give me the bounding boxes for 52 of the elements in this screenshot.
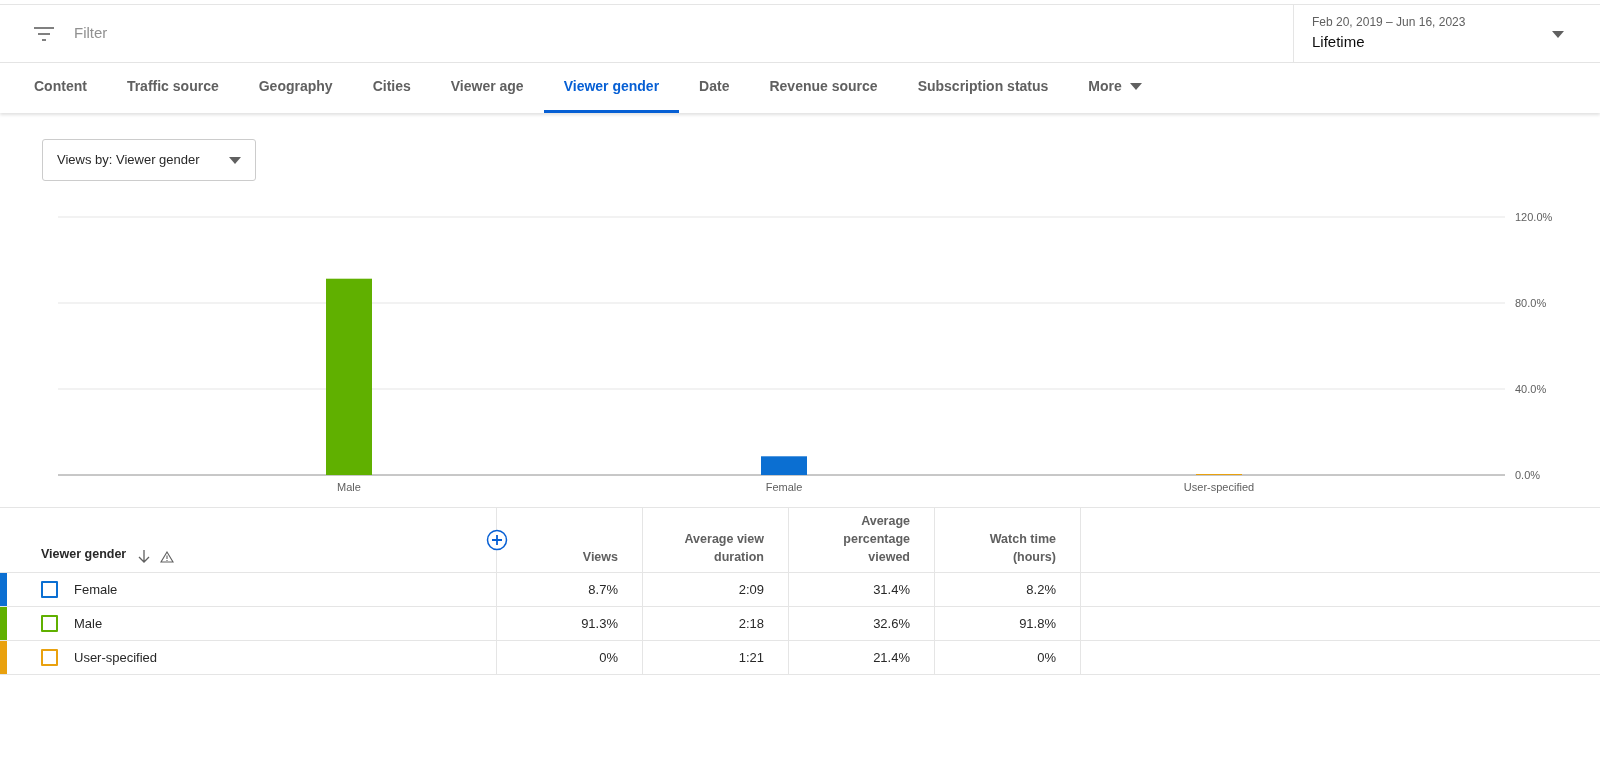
- table-cell-text: 1:21: [738, 648, 764, 667]
- tab[interactable]: Subscription status: [897, 63, 1069, 113]
- date-range-text: Feb 20, 2019 – Jun 16, 2023: [1312, 14, 1467, 31]
- category-label: Female: [765, 481, 803, 493]
- column-header[interactable]: Watch time (hours): [956, 529, 1056, 566]
- warning-icon: [160, 551, 175, 563]
- tab[interactable]: Date: [679, 63, 750, 113]
- table-cell-text: 91.3%: [581, 614, 618, 633]
- table-cell-text: 0%: [1037, 648, 1056, 667]
- tab[interactable]: Revenue source: [749, 63, 898, 113]
- tab[interactable]: Geography: [238, 63, 353, 113]
- column-header[interactable]: Views: [582, 547, 618, 566]
- sort-arrow-icon[interactable]: [138, 550, 151, 563]
- tab[interactable]: More: [1068, 63, 1162, 113]
- table-cell-text: 2:18: [738, 614, 764, 633]
- table-cell-text: Male: [74, 614, 103, 633]
- column-header[interactable]: Viewer gender: [41, 545, 127, 564]
- tab[interactable]: Viewer age: [430, 63, 544, 113]
- caret-icon: [1129, 83, 1142, 90]
- date-range-selector[interactable]: Feb 20, 2019 – Jun 16, 2023 Lifetime: [1293, 5, 1600, 62]
- period-text: Lifetime: [1312, 32, 1365, 52]
- table-cell-text: Female: [74, 580, 118, 599]
- table-cell-text: 2:09: [738, 580, 764, 599]
- column-header[interactable]: Average view duration: [664, 529, 764, 566]
- tab[interactable]: Traffic source: [106, 63, 239, 113]
- add-column-icon[interactable]: [486, 529, 508, 551]
- category-label: Male: [337, 481, 361, 493]
- table-cell-text: 91.8%: [1019, 614, 1056, 633]
- axis-tick-label: 120.0%: [1515, 211, 1553, 223]
- table-cell-text: 8.7%: [588, 580, 618, 599]
- tab[interactable]: Content: [14, 63, 107, 113]
- caret-icon: [1552, 31, 1564, 38]
- column-header[interactable]: Average percentage viewed: [810, 511, 910, 566]
- metric-dropdown[interactable]: Views by: Viewer gender: [42, 139, 256, 181]
- tab[interactable]: Viewer gender: [543, 63, 680, 113]
- table-cell-text: 21.4%: [873, 648, 910, 667]
- table-cell-text: 8.2%: [1026, 580, 1056, 599]
- checkbox[interactable]: [41, 649, 58, 666]
- axis-tick-label: 40.0%: [1515, 383, 1547, 395]
- table-cell-text: User-specified: [74, 648, 158, 667]
- checkbox[interactable]: [41, 581, 58, 598]
- table-cell-text: 32.6%: [873, 614, 910, 633]
- table-cell-text: 31.4%: [873, 580, 910, 599]
- axis-tick-label: 80.0%: [1515, 297, 1547, 309]
- bar[interactable]: [761, 456, 807, 475]
- checkbox[interactable]: [41, 615, 58, 632]
- filter-icon[interactable]: [34, 26, 54, 41]
- caret-icon: [229, 156, 241, 164]
- axis-tick-label: 0.0%: [1515, 469, 1541, 481]
- table-cell-text: 0%: [599, 648, 618, 667]
- tab[interactable]: Cities: [352, 63, 431, 113]
- category-label: User-specified: [1183, 481, 1255, 493]
